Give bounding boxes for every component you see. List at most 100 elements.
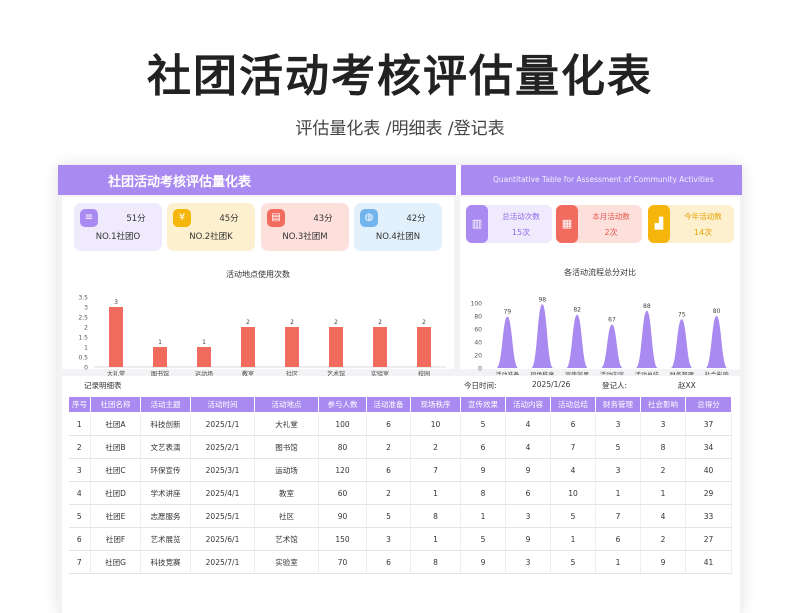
table-cell: 6 (505, 481, 551, 505)
table-row: 2 社团B 文艺表演 2025/2/1 图书馆 80 2 2 6 4 7 5 8 34 (68, 435, 732, 459)
bar-value-label: 1 (202, 339, 206, 346)
column-header: 活动地点 (254, 396, 319, 413)
rank-name: NO.1社团O (95, 232, 141, 242)
page-subtitle: 评估量化表 /明细表 /登记表 (295, 119, 505, 139)
table-cell: 10 (550, 481, 596, 505)
table-cell: 70 (318, 550, 367, 574)
y-tick-label: 2 (84, 325, 88, 332)
table-cell: 120 (318, 458, 367, 482)
summary-label: 今年活动数 (684, 212, 722, 221)
column-header: 财务管理 (595, 396, 641, 413)
table-cell: 6 (366, 412, 411, 436)
bar-value-label: 2 (290, 319, 294, 326)
peak-value-label: 98 (538, 296, 546, 303)
table-cell: 5 (68, 504, 91, 528)
page-title: 社团活动考核评估量化表 (147, 51, 653, 102)
detail-table: 序号 社团名称 活动主题 活动时间 活动地点 参与人数 活动准备 现场秩序 宣传效果 活动内容 活动… (68, 396, 732, 574)
peak (496, 316, 519, 368)
table-cell: 2 (366, 481, 411, 505)
bar (329, 327, 343, 367)
y-tick-label: 1.5 (78, 335, 88, 342)
summary-card: ▟ 今年活动数 14次 (648, 205, 734, 243)
bar-chart-icon: ▥ (466, 205, 488, 243)
table-cell: 5 (550, 550, 596, 574)
bar (109, 307, 123, 367)
table-cell: 40 (685, 458, 732, 482)
banner-english-title: Quantitative Table for Assessment of Com… (493, 175, 714, 184)
table-cell: 运动场 (254, 458, 319, 482)
table-row: 1 社团A 科技创新 2025/1/1 大礼堂 100 6 10 5 4 6 3 3 37 (68, 412, 732, 436)
table-cell: 6 (366, 458, 411, 482)
peak-value-label: 88 (643, 303, 651, 310)
y-tick-label: 20 (474, 353, 482, 360)
table-cell: 文艺表演 (140, 435, 191, 459)
banner-title: 社团活动考核评估量化表 (108, 175, 252, 190)
y-tick-label: 0 (478, 366, 482, 373)
x-tick-label: 宣传效果 (565, 371, 589, 375)
table-cell: 41 (685, 550, 732, 574)
table-cell: 大礼堂 (254, 412, 319, 436)
table-cell: 5 (366, 504, 411, 528)
location-usage-chart: 00.511.522.533.53大礼堂1图书馆1运动场2教室2社区2艺术馆2实… (78, 295, 446, 378)
table-row: 5 社团E 志愿服务 2025/5/1 社区 90 5 8 1 3 5 7 4 33 (68, 504, 732, 528)
table-cell: 37 (685, 412, 732, 436)
table-cell: 2 (640, 527, 686, 551)
bar-value-label: 2 (246, 319, 250, 326)
column-header: 序号 (68, 396, 91, 413)
summary-value: 15次 (511, 228, 531, 237)
table-cell: 3 (640, 412, 686, 436)
table-cell: 34 (685, 435, 732, 459)
table-cell: 社团E (90, 504, 141, 528)
table-cell: 9 (640, 550, 686, 574)
process-score-chart: 0 20 40 60 80 100 79 活动准备 98 现场秩序 82 宣传效果 67 活动内容 88 活动… (471, 296, 729, 375)
table-cell: 10 (410, 412, 461, 436)
rank-name: NO.4社团N (375, 232, 421, 242)
table-cell: 艺术馆 (254, 527, 319, 551)
table-cell: 3 (505, 504, 551, 528)
summary-label: 本月活动数 (592, 212, 630, 221)
bar (153, 347, 167, 367)
peak (566, 314, 589, 368)
table-cell: 3 (505, 550, 551, 574)
table-cell: 8 (640, 435, 686, 459)
table-cell: 2025/6/1 (190, 527, 255, 551)
right-dashboard: ▥ 总活动次数 15次 ▦ 本月活动数 2次 ▟ 今年活动数 14次 各活动流程总分对比 0 20… (460, 197, 740, 375)
table-cell: 4 (550, 458, 596, 482)
summary-value: 2次 (604, 228, 618, 237)
rank-card: ◍ 42分 NO.4社团N (354, 203, 442, 251)
column-header: 总得分 (685, 396, 732, 413)
bar (417, 327, 431, 367)
summary-card: ▦ 本月活动数 2次 (556, 205, 642, 243)
registrar-label: 登记人: (602, 381, 628, 390)
x-tick-label: 社会影响 (705, 371, 729, 375)
table-cell: 9 (460, 550, 506, 574)
table-cell: 4 (640, 504, 686, 528)
table-cell: 1 (460, 504, 506, 528)
table-cell: 2025/1/1 (190, 412, 255, 436)
table-cell: 80 (318, 435, 367, 459)
table-cell: 社团D (90, 481, 141, 505)
coin-icon: ¥ (173, 209, 191, 227)
peak (635, 310, 658, 368)
table-cell: 3 (595, 412, 641, 436)
peak (705, 316, 728, 368)
table-body: 1 社团A 科技创新 2025/1/1 大礼堂 100 6 10 5 4 6 3 3 37 2 社团B 文艺表演… (68, 412, 732, 574)
table-cell: 6 (68, 527, 91, 551)
y-tick-label: 60 (474, 327, 482, 334)
table-cell: 90 (318, 504, 367, 528)
column-header: 现场秩序 (410, 396, 461, 413)
table-cell: 2 (366, 435, 411, 459)
table-row: 7 社团G 科技竞赛 2025/7/1 实验室 70 6 8 9 3 5 1 9 41 (68, 550, 732, 574)
table-cell: 2 (68, 435, 91, 459)
peak-value-label: 80 (713, 308, 721, 315)
column-header: 活动时间 (190, 396, 255, 413)
table-cell: 社团C (90, 458, 141, 482)
calendar-chart-icon: ▦ (556, 205, 578, 243)
column-header: 社会影响 (640, 396, 686, 413)
registrar-value: 赵XX (678, 381, 696, 390)
rank-score: 42分 (406, 214, 426, 224)
table-cell: 社团A (90, 412, 141, 436)
table-cell: 1 (410, 527, 461, 551)
table-label: 记录明细表 (84, 381, 122, 390)
table-cell: 2 (410, 435, 461, 459)
